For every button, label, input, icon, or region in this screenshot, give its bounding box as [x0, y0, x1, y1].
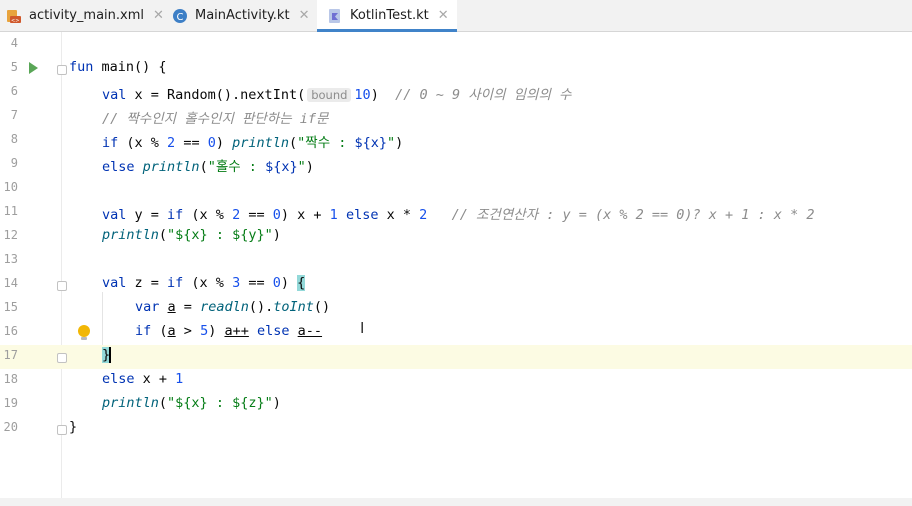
line-number: 9 [10, 156, 18, 170]
close-icon[interactable]: ✕ [438, 8, 449, 23]
fold-icon[interactable] [57, 353, 67, 363]
code-text: else x + 1 [102, 371, 184, 387]
code-editor[interactable]: 4 5 fun main() { 6 val x = Random().next… [0, 32, 912, 500]
code-line: 12 println("${x} : ${y}") [0, 225, 912, 249]
lightbulb-icon[interactable] [78, 325, 90, 340]
tab-label: MainActivity.kt [195, 8, 290, 23]
code-text: else println("홀수 : ${x}") [102, 159, 314, 175]
code-text: } [102, 347, 112, 363]
code-line: 16 if (a > 5) a++ else a-- [0, 321, 912, 345]
line-number: 11 [3, 204, 18, 218]
code-text: val z = if (x % 3 == 0) { [102, 275, 306, 291]
code-line-current: 17 } [0, 345, 912, 369]
mouse-cursor-icon: I [360, 319, 365, 337]
horizontal-scrollbar[interactable] [0, 498, 912, 506]
code-line: 18 else x + 1 [0, 369, 912, 393]
matched-brace: { [297, 275, 306, 291]
code-text: // 짝수인지 홀수인지 판단하는 if문 [102, 111, 329, 127]
run-icon[interactable] [29, 62, 38, 74]
line-number: 12 [3, 228, 18, 242]
line-number: 19 [3, 396, 18, 410]
tab-label: KotlinTest.kt [350, 8, 429, 23]
code-line: 20 } [0, 417, 912, 441]
svg-text:C: C [177, 12, 184, 23]
code-text: var a = readln().toInt() [135, 299, 331, 315]
line-number: 14 [3, 276, 18, 290]
fold-icon[interactable] [57, 65, 67, 75]
xml-file-icon: <> [6, 8, 22, 24]
code-line: 7 // 짝수인지 홀수인지 판단하는 if문 [0, 105, 912, 129]
line-number: 7 [10, 108, 18, 122]
code-line: 6 val x = Random().nextInt(bound 10) // 0… [0, 81, 912, 105]
line-number: 17 [3, 348, 18, 362]
tab-activity-main-xml[interactable]: <> activity_main.xml ✕ [6, 0, 164, 31]
line-number: 16 [3, 324, 18, 338]
line-number: 5 [10, 60, 18, 74]
kotlin-class-icon: C [172, 8, 188, 24]
tab-mainactivity-kt[interactable]: C MainActivity.kt ✕ [172, 0, 312, 31]
svg-text:<>: <> [11, 18, 19, 24]
code-text: if (a > 5) a++ else a-- [135, 323, 323, 339]
code-line: 4 [0, 33, 912, 57]
code-text: println("${x} : ${y}") [102, 227, 281, 243]
code-line: 10 [0, 177, 912, 201]
code-text: } [69, 419, 78, 435]
code-line: 9 else println("홀수 : ${x}") [0, 153, 912, 177]
code-text: if (x % 2 == 0) println("짝수 : ${x}") [102, 135, 404, 151]
fold-icon[interactable] [57, 281, 67, 291]
close-icon[interactable]: ✕ [153, 8, 164, 23]
code-line: 15 var a = readln().toInt() [0, 297, 912, 321]
line-number: 10 [3, 180, 18, 194]
line-number: 8 [10, 132, 18, 146]
text-caret [109, 347, 112, 363]
code-line: 11 val y = if (x % 2 == 0) x + 1 else x … [0, 201, 912, 225]
code-text: println("${x} : ${z}") [102, 395, 281, 411]
code-line: 8 if (x % 2 == 0) println("짝수 : ${x}") [0, 129, 912, 153]
tab-kotlintest-kt[interactable]: KotlinTest.kt ✕ [317, 0, 457, 32]
line-number: 13 [3, 252, 18, 266]
line-number: 20 [3, 420, 18, 434]
code-text: val y = if (x % 2 == 0) x + 1 else x * 2… [102, 207, 815, 223]
code-line: 13 [0, 249, 912, 273]
code-line: 14 val z = if (x % 3 == 0) { [0, 273, 912, 297]
kotlin-file-icon [327, 8, 343, 24]
line-number: 4 [10, 36, 18, 50]
fold-icon[interactable] [57, 425, 67, 435]
code-line: 5 fun main() { [0, 57, 912, 81]
editor-tab-bar: <> activity_main.xml ✕ C MainActivity.kt… [0, 0, 912, 32]
tab-label: activity_main.xml [29, 8, 145, 23]
line-number: 15 [3, 300, 18, 314]
code-line: 19 println("${x} : ${z}") [0, 393, 912, 417]
line-number: 6 [10, 84, 18, 98]
parameter-hint: bound [307, 88, 352, 102]
line-number: 18 [3, 372, 18, 386]
code-text: val x = Random().nextInt(bound 10) // 0 ~… [102, 87, 572, 103]
code-text: fun main() { [69, 59, 167, 75]
close-icon[interactable]: ✕ [299, 8, 310, 23]
